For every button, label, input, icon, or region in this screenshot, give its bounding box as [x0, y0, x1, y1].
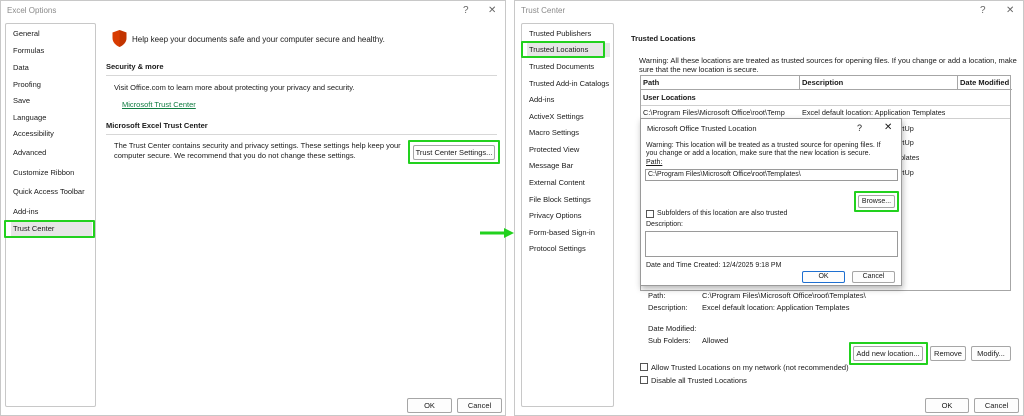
dialog-warning-2: you change or add a location, make sure …: [646, 150, 871, 157]
date-created-text: Date and Time Created: 12/4/2025 9:18 PM: [646, 262, 782, 269]
close-button[interactable]: ✕: [488, 5, 496, 16]
detail-path-label: Path:: [648, 291, 666, 300]
divider: [106, 75, 497, 76]
cancel-button[interactable]: Cancel: [974, 398, 1019, 413]
dialog-title: Microsoft Office Trusted Location: [647, 124, 757, 133]
sidebar-item-message-bar[interactable]: Message Bar: [527, 159, 610, 173]
list-item: plates: [900, 153, 920, 162]
detail-sub-folders-label: Sub Folders:: [648, 336, 691, 345]
warning-text-1: Warning: All these locations are treated…: [639, 56, 1017, 65]
trust-center-sidebar: Trusted Publishers Trusted Locations Tru…: [521, 23, 614, 407]
detail-date-modified-label: Date Modified:: [648, 324, 697, 333]
ok-button[interactable]: OK: [925, 398, 969, 413]
sidebar-item-quick-access-toolbar[interactable]: Quick Access Toolbar: [11, 185, 92, 199]
description-label: Description:: [646, 221, 683, 228]
modify-button[interactable]: Modify...: [971, 346, 1011, 361]
options-sidebar: General Formulas Data Proofing Save Lang…: [5, 23, 96, 407]
divider: [106, 134, 497, 135]
table-row[interactable]: C:\Program Files\Microsoft Office\root\T…: [641, 105, 1010, 119]
sidebar-item-trusted-publishers[interactable]: Trusted Publishers: [527, 27, 610, 41]
cancel-button[interactable]: Cancel: [852, 271, 895, 283]
section-user-locations: User Locations: [643, 93, 696, 102]
ok-button[interactable]: OK: [802, 271, 845, 283]
trusted-location-dialog: Microsoft Office Trusted Location ? ✕ Wa…: [640, 118, 902, 286]
shield-icon: [112, 30, 127, 47]
description-input[interactable]: [645, 231, 898, 257]
allow-network-checkbox[interactable]: [640, 363, 648, 371]
allow-network-label: Allow Trusted Locations on my network (n…: [651, 363, 849, 372]
sidebar-item-privacy-options[interactable]: Privacy Options: [527, 209, 610, 223]
trust-center-text-1: The Trust Center contains security and p…: [114, 141, 401, 150]
sidebar-item-file-block-settings[interactable]: File Block Settings: [527, 193, 610, 207]
detail-sub-folders-value: Allowed: [702, 336, 729, 345]
sidebar-item-add-ins[interactable]: Add-ins: [527, 93, 610, 107]
sidebar-item-advanced[interactable]: Advanced: [11, 146, 92, 160]
trust-center-settings-button[interactable]: Trust Center Settings...: [413, 145, 495, 160]
column-header-path[interactable]: Path: [641, 76, 800, 90]
sidebar-item-language[interactable]: Language: [11, 111, 92, 125]
sidebar-item-save[interactable]: Save: [11, 94, 92, 108]
detail-description-value: Excel default location: Application Temp…: [702, 303, 850, 312]
subfolders-checkbox[interactable]: [646, 210, 654, 218]
sidebar-item-activex-settings[interactable]: ActiveX Settings: [527, 110, 610, 124]
page-title: Trusted Locations: [631, 34, 696, 43]
detail-description-label: Description:: [648, 303, 688, 312]
sidebar-item-external-content[interactable]: External Content: [527, 176, 610, 190]
sidebar-item-proofing[interactable]: Proofing: [11, 78, 92, 92]
sidebar-item-customize-ribbon[interactable]: Customize Ribbon: [11, 166, 92, 180]
dialog-warning-1: Warning: This location will be treated a…: [646, 142, 881, 149]
list-item: rtUp: [900, 124, 914, 133]
path-input[interactable]: C:\Program Files\Microsoft Office\root\T…: [645, 169, 898, 181]
excel-options-window: Excel Options ? ✕ General Formulas Data …: [0, 0, 506, 416]
help-button[interactable]: ?: [463, 5, 469, 16]
sidebar-item-add-ins[interactable]: Add-ins: [11, 205, 92, 219]
browse-button[interactable]: Browse...: [858, 195, 895, 208]
column-header-description[interactable]: Description: [800, 76, 958, 90]
subfolders-label: Subfolders of this location are also tru…: [657, 210, 788, 217]
remove-button[interactable]: Remove: [930, 346, 966, 361]
security-text: Visit Office.com to learn more about pro…: [114, 83, 355, 92]
disable-all-checkbox[interactable]: [640, 376, 648, 384]
list-item: rtUp: [900, 168, 914, 177]
cancel-button[interactable]: Cancel: [457, 398, 502, 413]
sidebar-item-trusted-add-in-catalogs[interactable]: Trusted Add-in Catalogs: [527, 77, 610, 91]
help-button[interactable]: ?: [980, 5, 986, 16]
sidebar-item-general[interactable]: General: [11, 27, 92, 41]
sidebar-item-protected-view[interactable]: Protected View: [527, 143, 610, 157]
window-title: Excel Options: [7, 6, 57, 15]
sidebar-item-macro-settings[interactable]: Macro Settings: [527, 126, 610, 140]
trust-center-text-2: computer secure. We recommend that you d…: [114, 151, 356, 160]
row-description: Excel default location: Application Temp…: [802, 108, 946, 117]
sidebar-item-accessibility[interactable]: Accessibility: [11, 127, 92, 141]
sidebar-item-formulas[interactable]: Formulas: [11, 44, 92, 58]
close-button[interactable]: ✕: [884, 122, 892, 133]
help-button[interactable]: ?: [857, 123, 862, 133]
column-header-date-modified[interactable]: Date Modified: [958, 76, 1012, 90]
window-title: Trust Center: [521, 6, 566, 15]
disable-all-label: Disable all Trusted Locations: [651, 376, 747, 385]
security-heading: Security & more: [106, 62, 164, 71]
add-new-location-button[interactable]: Add new location...: [853, 346, 923, 361]
microsoft-trust-center-link[interactable]: Microsoft Trust Center: [122, 100, 196, 109]
sidebar-item-form-based-sign-in[interactable]: Form-based Sign-in: [527, 226, 610, 240]
sidebar-item-protocol-settings[interactable]: Protocol Settings: [527, 242, 610, 256]
close-button[interactable]: ✕: [1006, 5, 1014, 16]
sidebar-item-trust-center[interactable]: Trust Center: [11, 222, 92, 236]
path-label: Path:: [646, 159, 663, 166]
row-path: C:\Program Files\Microsoft Office\root\T…: [643, 108, 785, 117]
sidebar-item-trusted-documents[interactable]: Trusted Documents: [527, 60, 610, 74]
arrow-right-icon: [480, 228, 514, 238]
trust-center-heading: Microsoft Excel Trust Center: [106, 121, 208, 130]
sidebar-item-trusted-locations[interactable]: Trusted Locations: [527, 43, 610, 57]
header-text: Help keep your documents safe and your c…: [132, 35, 385, 44]
ok-button[interactable]: OK: [407, 398, 452, 413]
detail-path-value: C:\Program Files\Microsoft Office\root\T…: [702, 291, 866, 300]
list-item: rtUp: [900, 138, 914, 147]
warning-text-2: sure that the new location is secure.: [639, 65, 759, 74]
sidebar-item-data[interactable]: Data: [11, 61, 92, 75]
